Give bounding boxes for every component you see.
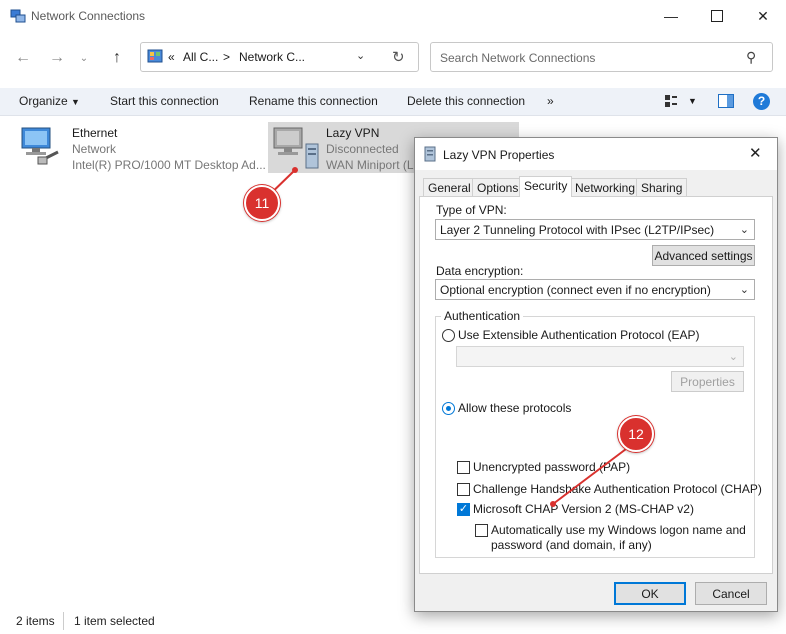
annotation-dot-12 (550, 501, 556, 507)
annotation-line-12 (552, 445, 631, 505)
step-badge-11: 11 (244, 185, 280, 221)
tab-security[interactable]: Security (519, 176, 573, 197)
annotation-lines (261, 167, 631, 507)
step-badge-12: 12 (618, 416, 654, 452)
annotation-dot-11 (292, 167, 298, 173)
